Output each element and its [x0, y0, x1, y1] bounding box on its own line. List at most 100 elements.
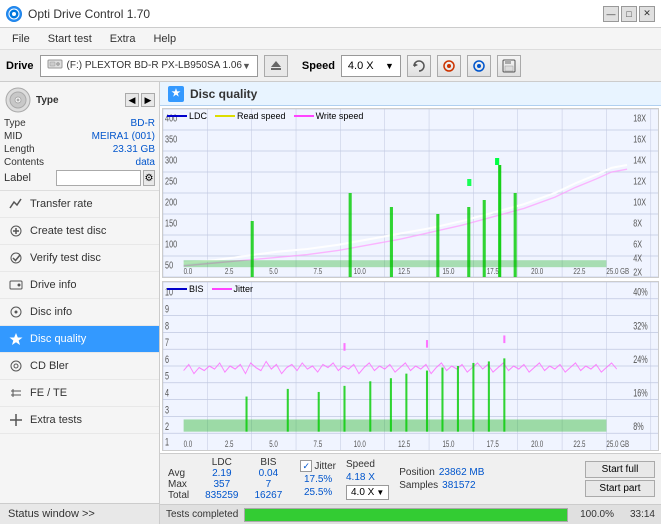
svg-text:12.5: 12.5: [398, 266, 410, 276]
fe-te-icon: [8, 385, 24, 401]
sidebar-item-verify-test-disc[interactable]: Verify test disc: [0, 245, 159, 272]
samples-label: Samples: [399, 480, 438, 491]
disc-header: Type ◀ ▶: [4, 86, 155, 114]
drive-select[interactable]: (F:) PLEXTOR BD-R PX-LB950SA 1.06 ▼: [40, 55, 258, 77]
menu-help[interactable]: Help: [145, 31, 184, 47]
menu-extra[interactable]: Extra: [102, 31, 144, 47]
disc-contents-value: data: [56, 157, 155, 168]
svg-text:7.5: 7.5: [314, 439, 323, 450]
start-part-button[interactable]: Start part: [585, 480, 655, 497]
svg-text:6X: 6X: [633, 238, 642, 249]
legend-bis-line: [167, 288, 187, 290]
svg-text:2X: 2X: [633, 266, 642, 277]
svg-text:32%: 32%: [633, 320, 647, 332]
drivebar: Drive (F:) PLEXTOR BD-R PX-LB950SA 1.06 …: [0, 50, 661, 82]
progress-bar-container: Tests completed 100.0% 33:14: [160, 504, 661, 524]
svg-text:8%: 8%: [633, 421, 643, 433]
sidebar-item-extra-tests[interactable]: Extra tests: [0, 407, 159, 434]
speed-select-stats[interactable]: 4.0 X ▼: [346, 485, 389, 500]
stats-max-ldc: 357: [197, 479, 246, 490]
refresh-button[interactable]: [407, 55, 431, 77]
disc-info-icon: [8, 304, 24, 320]
samples-row: Samples 381572: [399, 480, 484, 491]
stats-col-ldc: LDC: [197, 457, 246, 468]
disc-contents-label: Contents: [4, 157, 56, 168]
status-window-button[interactable]: Status window >>: [0, 503, 159, 524]
svg-text:10X: 10X: [633, 196, 646, 207]
disc-next-button[interactable]: ▶: [141, 93, 155, 107]
samples-value: 381572: [442, 480, 475, 491]
chart1-legend: LDC Read speed Write speed: [167, 111, 363, 121]
disc-fields: Type BD-R MID MEIRA1 (001) Length 23.31 …: [4, 118, 155, 186]
svg-text:22.5: 22.5: [573, 266, 585, 276]
jitter-checkbox[interactable]: ✓: [300, 460, 312, 472]
svg-text:150: 150: [165, 217, 177, 228]
sidebar-label-cd-bler: CD Bler: [30, 360, 69, 372]
disc-label-button[interactable]: ⚙: [143, 170, 155, 186]
status-window-label: Status window >>: [8, 508, 95, 520]
drive-select-value: (F:) PLEXTOR BD-R PX-LB950SA 1.06: [67, 60, 242, 71]
svg-text:17.5: 17.5: [487, 266, 499, 276]
svg-text:50: 50: [165, 259, 173, 270]
sidebar-item-create-test-disc[interactable]: Create test disc: [0, 218, 159, 245]
sidebar-label-disc-quality: Disc quality: [30, 333, 86, 345]
charts-area: LDC Read speed Write speed: [160, 106, 661, 453]
svg-text:4X: 4X: [633, 252, 642, 263]
menu-start-test[interactable]: Start test: [40, 31, 100, 47]
sidebar-item-disc-quality[interactable]: Disc quality: [0, 326, 159, 353]
stats-total-bis: 16267: [247, 490, 291, 501]
disc-label-input[interactable]: [56, 170, 141, 186]
legend-ldc-label: LDC: [189, 111, 207, 121]
eject-button[interactable]: [264, 55, 288, 77]
sidebar-item-transfer-rate[interactable]: Transfer rate: [0, 191, 159, 218]
minimize-button[interactable]: —: [603, 6, 619, 22]
sidebar-item-fe-te[interactable]: FE / TE: [0, 380, 159, 407]
position-value: 23862 MB: [439, 467, 485, 478]
drive-info-icon: [8, 277, 24, 293]
svg-text:8: 8: [165, 320, 169, 332]
jitter-max-value: 25.5%: [300, 487, 336, 498]
maximize-button[interactable]: □: [621, 6, 637, 22]
sidebar-item-cd-bler[interactable]: CD Bler: [0, 353, 159, 380]
svg-text:16%: 16%: [633, 387, 647, 399]
app-logo: [6, 6, 22, 22]
legend-bis: BIS: [167, 284, 204, 294]
svg-text:2.5: 2.5: [225, 266, 234, 276]
disc-prev-button[interactable]: ◀: [125, 93, 139, 107]
sidebar-label-disc-info: Disc info: [30, 306, 72, 318]
sidebar-label-create-test-disc: Create test disc: [30, 225, 106, 237]
read-button[interactable]: [467, 55, 491, 77]
speed-section: Speed 4.18 X 4.0 X ▼: [346, 459, 389, 500]
sidebar-item-drive-info[interactable]: Drive info: [0, 272, 159, 299]
save-button[interactable]: [497, 55, 521, 77]
speed-label: Speed: [302, 60, 335, 72]
speed-select-value: 4.0 X: [351, 487, 374, 498]
position-section: Position 23862 MB Samples 381572: [399, 467, 484, 491]
disc-quality-header: ★ Disc quality: [160, 82, 661, 106]
svg-text:20.0: 20.0: [531, 266, 543, 276]
stats-col-empty: [166, 457, 197, 468]
speed-select[interactable]: 4.0 X ▼: [341, 55, 401, 77]
write-button[interactable]: [437, 55, 461, 77]
sidebar-label-transfer-rate: Transfer rate: [30, 198, 93, 210]
position-row: Position 23862 MB: [399, 467, 484, 478]
legend-write-label: Write speed: [316, 111, 364, 121]
svg-text:15.0: 15.0: [442, 266, 454, 276]
sidebar-item-disc-info[interactable]: Disc info: [0, 299, 159, 326]
progress-percent: 100.0%: [574, 509, 614, 520]
svg-text:10.0: 10.0: [354, 439, 367, 450]
svg-text:20.0: 20.0: [531, 439, 544, 450]
disc-quality-icon-header: ★: [168, 86, 184, 102]
sidebar-label-extra-tests: Extra tests: [30, 414, 82, 426]
close-button[interactable]: ✕: [639, 6, 655, 22]
stats-col-bis: BIS: [247, 457, 291, 468]
sidebar-label-verify-test-disc: Verify test disc: [30, 252, 101, 264]
drive-label: Drive: [6, 60, 34, 72]
stats-bar: LDC BIS Avg 2.19 0.04 Max 357 7: [160, 453, 661, 504]
menu-file[interactable]: File: [4, 31, 38, 47]
legend-jitter-line: [212, 288, 232, 290]
start-full-button[interactable]: Start full: [585, 461, 655, 478]
svg-text:12.5: 12.5: [398, 439, 411, 450]
svg-text:9: 9: [165, 303, 169, 315]
chart2-svg: 10 9 8 7 6 5 4 3 2 1 40% 32% 24% 16% 8%: [163, 282, 658, 450]
